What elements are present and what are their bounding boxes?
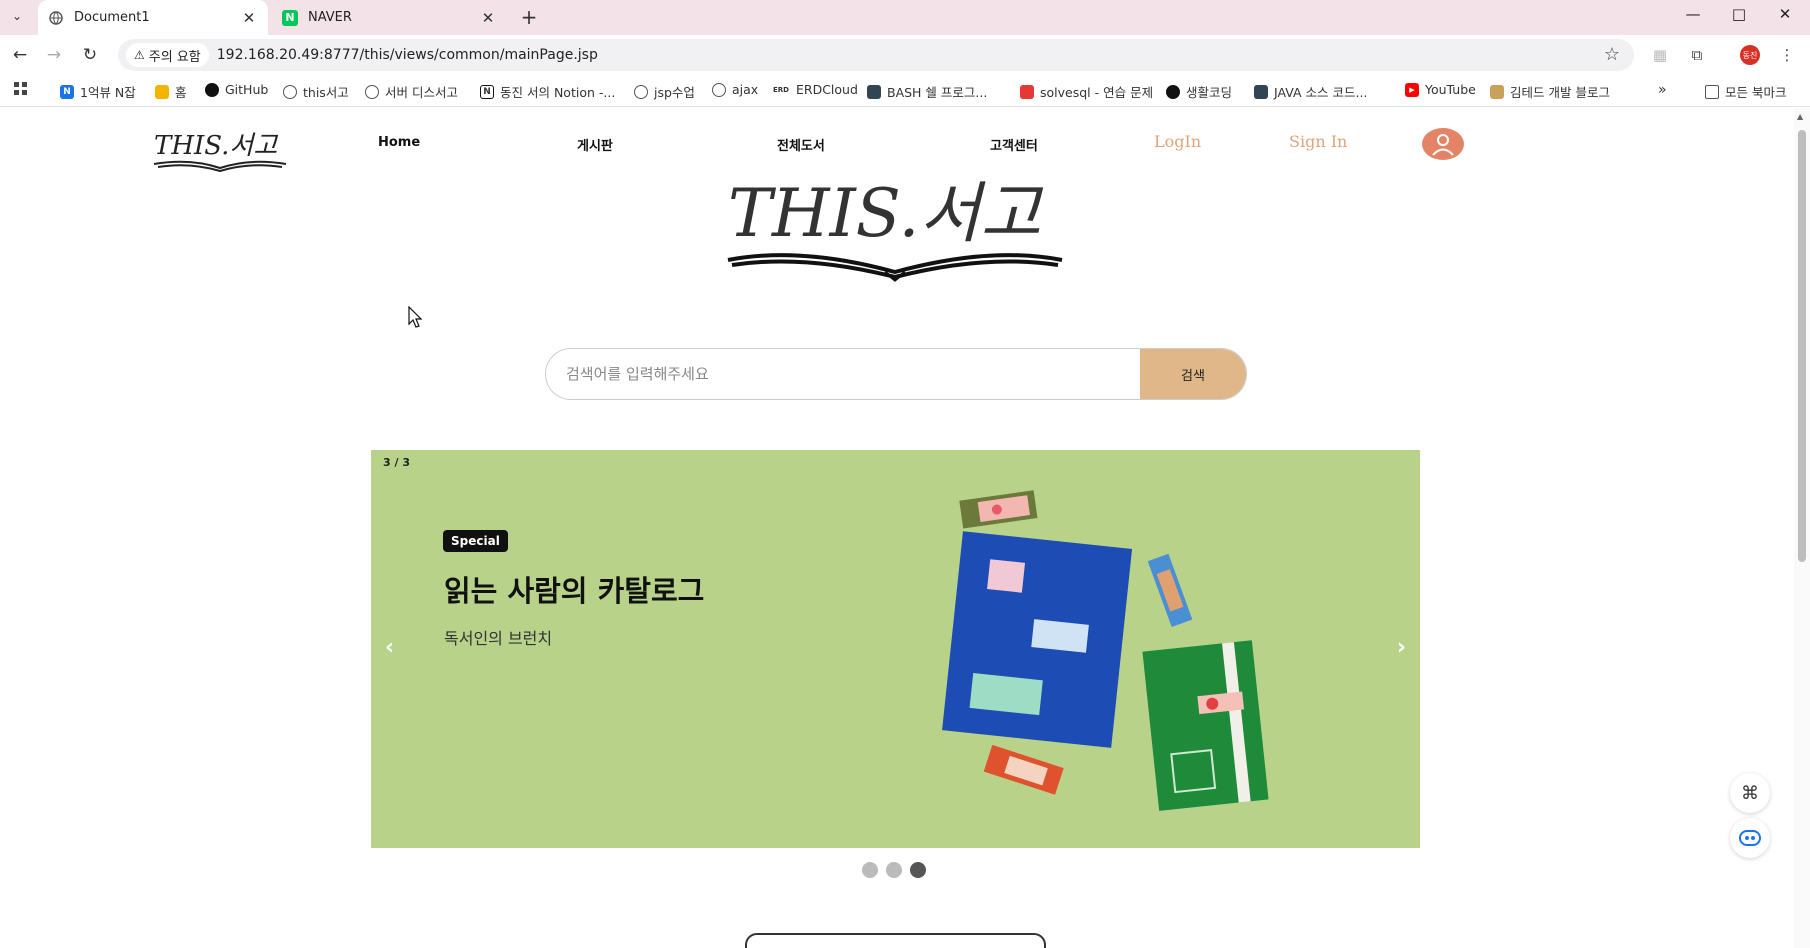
bookmark-item[interactable]: 홈 (155, 82, 187, 101)
bookmark-item[interactable]: BASH 쉘 프로그... (867, 82, 987, 101)
dot-icon (1166, 84, 1180, 99)
warning-icon: ⚠ (134, 48, 145, 62)
address-bar[interactable]: ⚠ 주의 요함 192.168.20.49:8777/this/views/co… (118, 39, 1634, 71)
blog-icon (1490, 84, 1504, 99)
url-text[interactable]: 192.168.20.49:8777/this/views/common/mai… (217, 47, 598, 63)
carousel-dots (862, 862, 926, 878)
erd-icon: ERD (773, 85, 789, 94)
carousel-dot-1[interactable] (862, 862, 878, 878)
browser-menu-icon[interactable]: ⋮ (1775, 43, 1799, 67)
bookmark-item[interactable]: jsp수업 (634, 82, 695, 101)
carousel-dot-3-active[interactable] (910, 862, 926, 878)
security-label: 주의 요함 (148, 49, 201, 65)
search-button[interactable]: 검색 (1140, 349, 1246, 399)
window-close-icon[interactable]: ✕ (1762, 0, 1808, 28)
bookmark-item[interactable]: N 동진 서의 Notion -... (480, 82, 615, 101)
globe-icon (48, 10, 64, 26)
signin-link[interactable]: Sign In (1289, 132, 1347, 151)
all-bookmarks-folder[interactable]: 모든 북마크 (1705, 82, 1786, 101)
solvesql-icon (1020, 84, 1034, 99)
github-icon (205, 82, 219, 97)
site-logo-text: THIS.서고 (154, 131, 278, 161)
assistant-bot-icon[interactable] (1730, 818, 1770, 858)
tab-title: Document1 (74, 10, 150, 25)
minimize-icon[interactable]: — (1670, 0, 1716, 28)
forward-icon[interactable]: → (40, 41, 68, 69)
globe-icon (712, 82, 726, 97)
site-logo[interactable]: THIS.서고 (150, 126, 290, 176)
bookmarks-bar: N 1억뷰 N잡 홈 GitHub this서고 서버 디스서고 N 동진 서의 N… (0, 75, 1810, 107)
naver-n-icon: N (60, 84, 74, 99)
page-viewport: THIS.서고 Home 게시판 전체도서 고객센터 LogIn Sign In… (0, 108, 1794, 948)
mouse-cursor-icon (408, 306, 422, 328)
bookmark-item[interactable]: ERD ERDCloud (772, 82, 858, 97)
special-badge: Special (443, 530, 508, 552)
search-input[interactable] (546, 349, 1140, 399)
maximize-icon[interactable]: □ (1716, 0, 1762, 28)
main-logo: THIS.서고 (727, 175, 1063, 282)
naver-icon: N (282, 9, 298, 26)
security-chip[interactable]: ⚠ 주의 요함 (126, 43, 209, 67)
close-tab-icon[interactable]: ✕ (479, 9, 497, 27)
next-slide-icon[interactable]: › (1397, 635, 1406, 660)
extension-placeholder-icon[interactable]: ▦ (1648, 43, 1672, 67)
folder-icon (1705, 84, 1719, 99)
bookmark-item[interactable]: GitHub (205, 82, 268, 97)
tab-document1[interactable]: Document1 ✕ (38, 0, 268, 35)
tab-search-chevron-icon[interactable]: ⌄ (4, 4, 30, 28)
bookmark-item[interactable]: ▶ YouTube (1405, 82, 1476, 97)
more-bookmarks-chevron-icon[interactable]: » (1658, 82, 1667, 98)
new-tab-button[interactable]: + (515, 4, 543, 30)
bookmark-item[interactable]: 김테드 개발 블로그 (1490, 82, 1610, 101)
bookmark-item[interactable]: 서버 디스서고 (365, 82, 458, 101)
bookmark-star-icon[interactable]: ☆ (1604, 44, 1620, 65)
nav-all-books[interactable]: 전체도서 (777, 135, 825, 154)
banner-title: 읽는 사람의 카탈로그 (444, 574, 705, 608)
login-link[interactable]: LogIn (1154, 132, 1201, 151)
youtube-icon: ▶ (1405, 82, 1419, 97)
bookmark-item[interactable]: ajax (712, 82, 758, 97)
bash-icon (867, 84, 881, 99)
browser-toolbar: ← → ↻ ⚠ 주의 요함 192.168.20.49:8777/this/vi… (0, 35, 1810, 75)
nav-board[interactable]: 게시판 (577, 135, 613, 154)
prev-slide-icon[interactable]: ‹ (385, 635, 394, 660)
java-icon (1254, 84, 1268, 99)
profile-avatar[interactable]: 동진 (1740, 45, 1760, 65)
bookmark-item[interactable]: N 1억뷰 N잡 (60, 82, 136, 101)
shortcut-command-icon[interactable]: ⌘ (1730, 773, 1770, 813)
reload-icon[interactable]: ↻ (76, 41, 104, 69)
tab-strip: ⌄ Document1 ✕ N NAVER ✕ + — □ ✕ (0, 0, 1810, 35)
back-icon[interactable]: ← (6, 41, 34, 69)
notion-icon: N (480, 84, 494, 99)
bookmark-item[interactable]: 생활코딩 (1166, 82, 1232, 101)
extensions-puzzle-icon[interactable]: ⧉ (1685, 43, 1709, 67)
banner-subtitle: 독서인의 브런치 (444, 629, 553, 648)
globe-icon (283, 84, 297, 99)
slide-counter: 3 / 3 (383, 456, 410, 469)
promo-banner-carousel[interactable]: 3 / 3 Special 읽는 사람의 카탈로그 독서인의 브런치 ‹ › (371, 450, 1420, 848)
tab-title: NAVER (308, 10, 352, 25)
user-avatar-icon[interactable] (1422, 128, 1464, 160)
carousel-dot-2[interactable] (886, 862, 902, 878)
globe-icon (365, 84, 379, 99)
page-scrollbar[interactable]: ▲ (1794, 108, 1810, 948)
bookmark-item[interactable]: this서고 (283, 82, 349, 101)
close-tab-icon[interactable]: ✕ (240, 9, 258, 27)
banner-illustration (942, 490, 1269, 811)
bookmark-item[interactable]: solvesql - 연습 문제 (1020, 82, 1153, 101)
bookmark-item[interactable]: JAVA 소스 코드... (1254, 82, 1367, 101)
nav-customer-center[interactable]: 고객센터 (990, 135, 1038, 154)
cutoff-section-button[interactable] (745, 933, 1046, 948)
scroll-up-arrow-icon[interactable]: ▲ (1797, 112, 1803, 121)
main-logo-text: THIS.서고 (728, 175, 1043, 252)
scroll-thumb[interactable] (1798, 130, 1806, 562)
apps-grid-icon[interactable] (14, 82, 28, 96)
google-classroom-icon (155, 84, 169, 99)
tab-naver[interactable]: N NAVER ✕ (272, 0, 507, 35)
globe-icon (634, 84, 648, 99)
nav-home[interactable]: Home (378, 135, 420, 150)
search-bar: 검색 (545, 348, 1247, 400)
